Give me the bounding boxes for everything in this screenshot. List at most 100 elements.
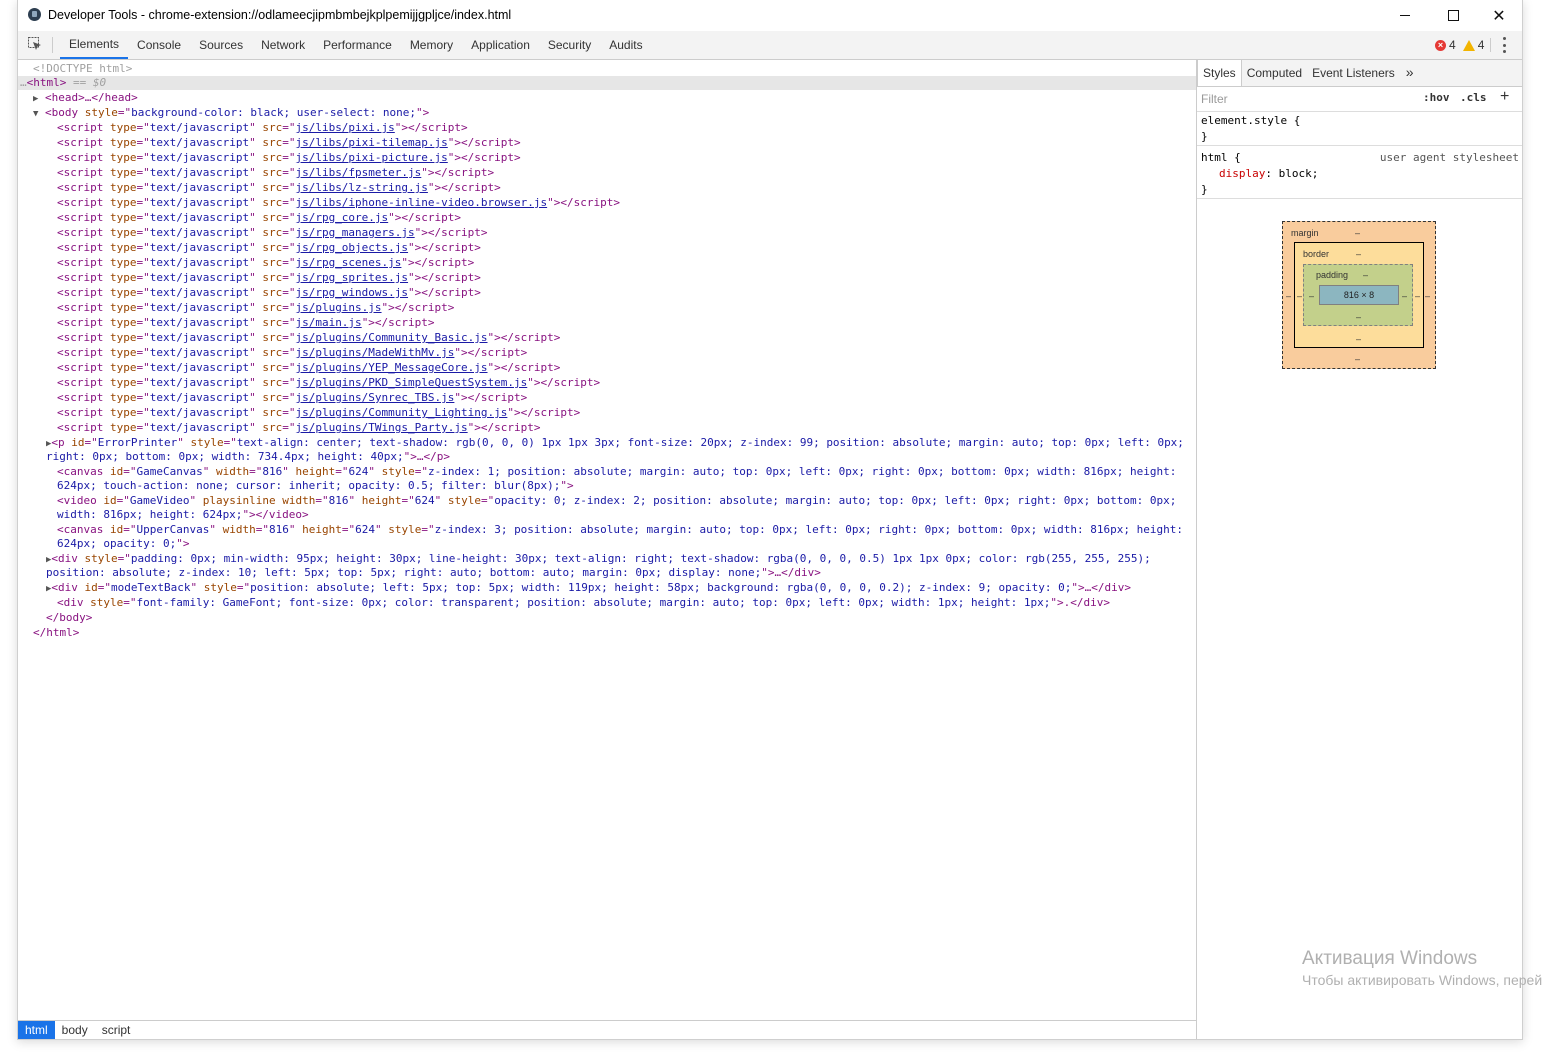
tab-memory[interactable]: Memory	[401, 31, 462, 59]
tab-audits[interactable]: Audits	[600, 31, 651, 59]
close-window-button[interactable]: ✕	[1476, 0, 1522, 31]
class-toggle-button[interactable]: .cls	[1460, 91, 1487, 104]
padding-bottom-value[interactable]: –	[1356, 312, 1361, 322]
tab-computed[interactable]: Computed	[1242, 60, 1307, 86]
script-src-link[interactable]: js/plugins/TWings_Party.js	[295, 421, 467, 434]
border-right-value[interactable]: –	[1415, 291, 1420, 301]
script-node[interactable]: <script type="text/javascript" src="js/p…	[57, 406, 580, 420]
script-src-link[interactable]: js/rpg_managers.js	[295, 226, 414, 239]
minimize-button[interactable]	[1382, 0, 1428, 31]
padding-right-value[interactable]: –	[1402, 291, 1407, 301]
margin-bottom-value[interactable]: –	[1355, 354, 1360, 364]
script-src-link[interactable]: js/main.js	[295, 316, 361, 329]
doctype-node[interactable]: <!DOCTYPE html>	[33, 62, 132, 76]
game-canvas-node[interactable]: <canvas id="GameCanvas" width="816" heig…	[57, 465, 1176, 479]
tab-styles[interactable]: Styles	[1197, 60, 1242, 86]
script-node[interactable]: <script type="text/javascript" src="js/r…	[57, 286, 481, 300]
script-src-link[interactable]: js/plugins/YEP_MessageCore.js	[295, 361, 487, 374]
script-src-link[interactable]: js/libs/pixi.js	[295, 121, 394, 134]
script-node[interactable]: <script type="text/javascript" src="js/l…	[57, 136, 521, 150]
tab-sources[interactable]: Sources	[190, 31, 252, 59]
script-node[interactable]: <script type="text/javascript" src="js/p…	[57, 301, 454, 315]
box-model-border[interactable]: border – – – – padding – – – – 816 × 8	[1294, 242, 1424, 348]
fps-div-node[interactable]: ▶<div style="padding: 0px; min-width: 95…	[46, 552, 1151, 567]
issue-counters[interactable]: × 4 4	[1435, 38, 1492, 52]
script-node[interactable]: <script type="text/javascript" src="js/p…	[57, 376, 600, 390]
border-bottom-value[interactable]: –	[1356, 334, 1361, 344]
script-src-link[interactable]: js/plugins.js	[295, 301, 381, 314]
script-src-link[interactable]: js/rpg_core.js	[295, 211, 388, 224]
error-printer-node[interactable]: ▶<p id="ErrorPrinter" style="text-align:…	[46, 436, 1184, 451]
font-div-node[interactable]: <div style="font-family: GameFont; font-…	[57, 596, 1110, 610]
padding-left-value[interactable]: –	[1309, 291, 1314, 301]
script-node[interactable]: <script type="text/javascript" src="js/r…	[57, 271, 481, 285]
tab-application[interactable]: Application	[462, 31, 539, 59]
game-video-node[interactable]: <video id="GameVideo" playsinline width=…	[57, 494, 1176, 508]
border-left-value[interactable]: –	[1297, 291, 1302, 301]
tab-performance[interactable]: Performance	[314, 31, 401, 59]
border-top-value[interactable]: –	[1356, 249, 1361, 259]
box-model-padding[interactable]: padding – – – – 816 × 8	[1303, 264, 1413, 326]
margin-top-value[interactable]: –	[1355, 228, 1360, 238]
script-node[interactable]: <script type="text/javascript" src="js/r…	[57, 241, 481, 255]
script-node[interactable]: <script type="text/javascript" src="js/l…	[57, 151, 521, 165]
script-node[interactable]: <script type="text/javascript" src="js/p…	[57, 346, 527, 360]
margin-right-value[interactable]: –	[1425, 291, 1430, 301]
tab-security[interactable]: Security	[539, 31, 600, 59]
script-src-link[interactable]: js/libs/iphone-inline-video.browser.js	[295, 196, 547, 209]
mode-text-node[interactable]: ▶<div id="modeTextBack" style="position:…	[46, 581, 1131, 596]
script-src-link[interactable]: js/rpg_sprites.js	[295, 271, 408, 284]
html-node[interactable]: …<html> == $0	[20, 76, 106, 90]
script-node[interactable]: <script type="text/javascript" src="js/l…	[57, 196, 620, 210]
script-src-link[interactable]: js/libs/fpsmeter.js	[295, 166, 421, 179]
body-close-node[interactable]: </body>	[46, 611, 92, 625]
html-ua-rule[interactable]: user agent stylesheet html { display: bl…	[1197, 150, 1522, 199]
breadcrumb-script[interactable]: script	[95, 1021, 138, 1039]
upper-canvas-node[interactable]: <canvas id="UpperCanvas" width="816" hei…	[57, 523, 1183, 537]
script-src-link[interactable]: js/rpg_objects.js	[295, 241, 408, 254]
more-options-icon[interactable]	[1502, 37, 1506, 53]
collapse-arrow-icon[interactable]: ▼	[33, 109, 38, 119]
script-node[interactable]: <script type="text/javascript" src="js/p…	[57, 361, 560, 375]
script-node[interactable]: <script type="text/javascript" src="js/p…	[57, 421, 541, 435]
breadcrumb-html[interactable]: html	[18, 1021, 55, 1039]
script-src-link[interactable]: js/plugins/MadeWithMv.js	[295, 346, 454, 359]
script-node[interactable]: <script type="text/javascript" src="js/p…	[57, 331, 560, 345]
script-node[interactable]: <script type="text/javascript" src="js/r…	[57, 211, 461, 225]
more-tabs-icon[interactable]: »	[1400, 60, 1420, 86]
script-node[interactable]: <script type="text/javascript" src="js/p…	[57, 391, 527, 405]
script-node[interactable]: <script type="text/javascript" src="js/l…	[57, 166, 494, 180]
tab-network[interactable]: Network	[252, 31, 314, 59]
script-src-link[interactable]: js/libs/pixi-picture.js	[295, 151, 447, 164]
box-model-content[interactable]: 816 × 8	[1319, 285, 1399, 305]
script-src-link[interactable]: js/libs/pixi-tilemap.js	[295, 136, 447, 149]
script-src-link[interactable]: js/plugins/PKD_SimpleQuestSystem.js	[295, 376, 527, 389]
head-node[interactable]: ▶ <head>…</head>	[33, 91, 138, 106]
margin-left-value[interactable]: –	[1286, 291, 1291, 301]
padding-top-value[interactable]: –	[1363, 270, 1368, 280]
element-style-rule[interactable]: element.style { }	[1197, 113, 1522, 146]
hover-state-button[interactable]: :hov	[1423, 91, 1450, 104]
tab-elements[interactable]: Elements	[60, 31, 129, 59]
script-node[interactable]: <script type="text/javascript" src="js/l…	[57, 181, 501, 195]
script-src-link[interactable]: js/libs/lz-string.js	[295, 181, 427, 194]
styles-filter-input[interactable]: Filter	[1201, 92, 1228, 106]
body-node[interactable]: ▼ <body style="background-color: black; …	[33, 106, 429, 121]
expand-arrow-icon[interactable]: ▶	[33, 94, 38, 104]
html-close-node[interactable]: </html>	[33, 626, 79, 640]
breadcrumb-body[interactable]: body	[55, 1021, 95, 1039]
new-style-rule-icon[interactable]: +	[1500, 88, 1509, 106]
script-src-link[interactable]: js/plugins/Community_Basic.js	[295, 331, 487, 344]
script-node[interactable]: <script type="text/javascript" src="js/r…	[57, 256, 474, 270]
script-node[interactable]: <script type="text/javascript" src="js/r…	[57, 226, 488, 240]
tab-event-listeners[interactable]: Event Listeners	[1307, 60, 1400, 86]
inspect-element-icon[interactable]	[28, 37, 42, 51]
box-model-margin[interactable]: margin – – – – border – – – – padding – …	[1282, 221, 1436, 369]
script-src-link[interactable]: js/plugins/Synrec_TBS.js	[295, 391, 454, 404]
script-src-link[interactable]: js/plugins/Community_Lighting.js	[295, 406, 507, 419]
maximize-button[interactable]	[1430, 0, 1476, 31]
tab-console[interactable]: Console	[128, 31, 190, 59]
script-src-link[interactable]: js/rpg_windows.js	[295, 286, 408, 299]
script-node[interactable]: <script type="text/javascript" src="js/m…	[57, 316, 435, 330]
script-node[interactable]: <script type="text/javascript" src="js/l…	[57, 121, 468, 135]
